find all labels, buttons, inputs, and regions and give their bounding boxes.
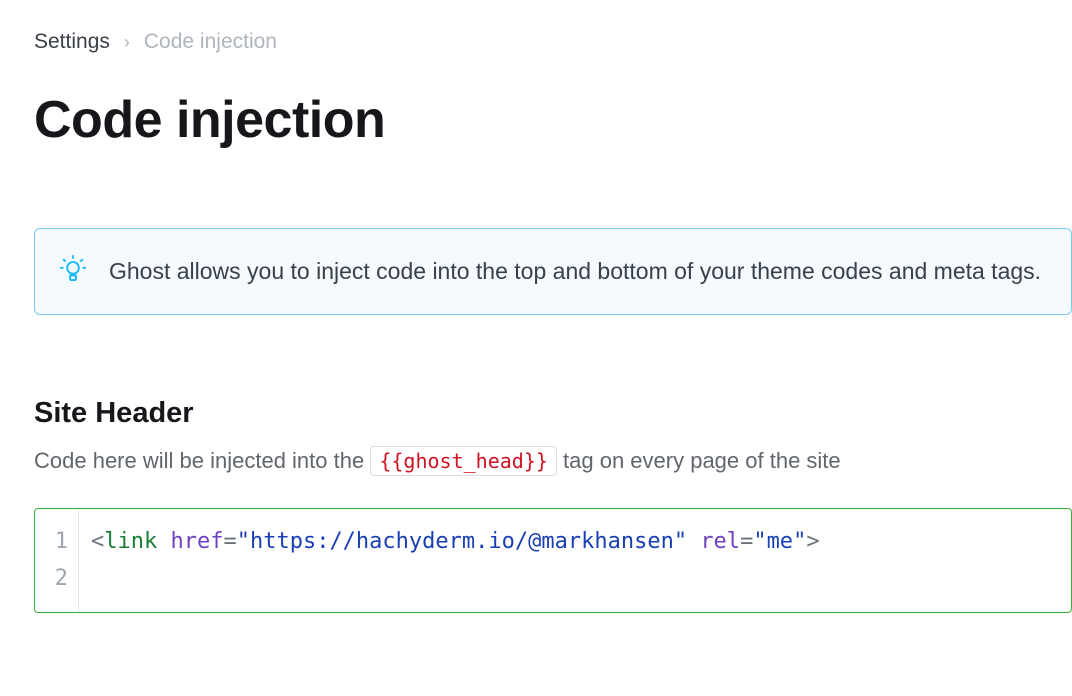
info-text: Ghost allows you to inject code into the… <box>109 253 1041 290</box>
token-punct: < <box>91 529 104 554</box>
lightbulb-icon <box>59 255 87 283</box>
token-quote: " <box>753 529 766 554</box>
token-quote: " <box>674 529 687 554</box>
token-punct: > <box>806 529 819 554</box>
token-tag: link <box>104 529 157 554</box>
breadcrumb-current: Code injection <box>144 30 277 54</box>
site-header-code-editor[interactable]: 1 2 <link href="https://hachyderm.io/@ma… <box>34 508 1072 613</box>
breadcrumb-root[interactable]: Settings <box>34 30 110 54</box>
token-string: me <box>767 529 794 554</box>
editor-code[interactable]: <link href="https://hachyderm.io/@markha… <box>79 509 832 612</box>
breadcrumb: Settings › Code injection <box>34 30 1072 54</box>
token-quote: " <box>793 529 806 554</box>
token-attr: rel <box>700 529 740 554</box>
token-string: https://hachyderm.io/@markhansen <box>250 529 674 554</box>
desc-suffix: tag on every page of the site <box>557 448 841 473</box>
editor-gutter: 1 2 <box>35 509 79 612</box>
site-header-desc: Code here will be injected into the {{gh… <box>34 446 1072 476</box>
ghost-head-chip: {{ghost_head}} <box>370 446 557 476</box>
info-callout: Ghost allows you to inject code into the… <box>34 228 1072 315</box>
token-punct: = <box>223 529 236 554</box>
token-space <box>687 529 700 554</box>
line-number: 2 <box>35 560 70 597</box>
token-attr: href <box>170 529 223 554</box>
chevron-right-icon: › <box>124 32 130 53</box>
line-number: 1 <box>35 523 70 560</box>
token-space <box>157 529 170 554</box>
desc-prefix: Code here will be injected into the <box>34 448 370 473</box>
token-punct: = <box>740 529 753 554</box>
token-quote: " <box>237 529 250 554</box>
site-header-title: Site Header <box>34 397 1072 430</box>
page-title: Code injection <box>34 90 1072 150</box>
